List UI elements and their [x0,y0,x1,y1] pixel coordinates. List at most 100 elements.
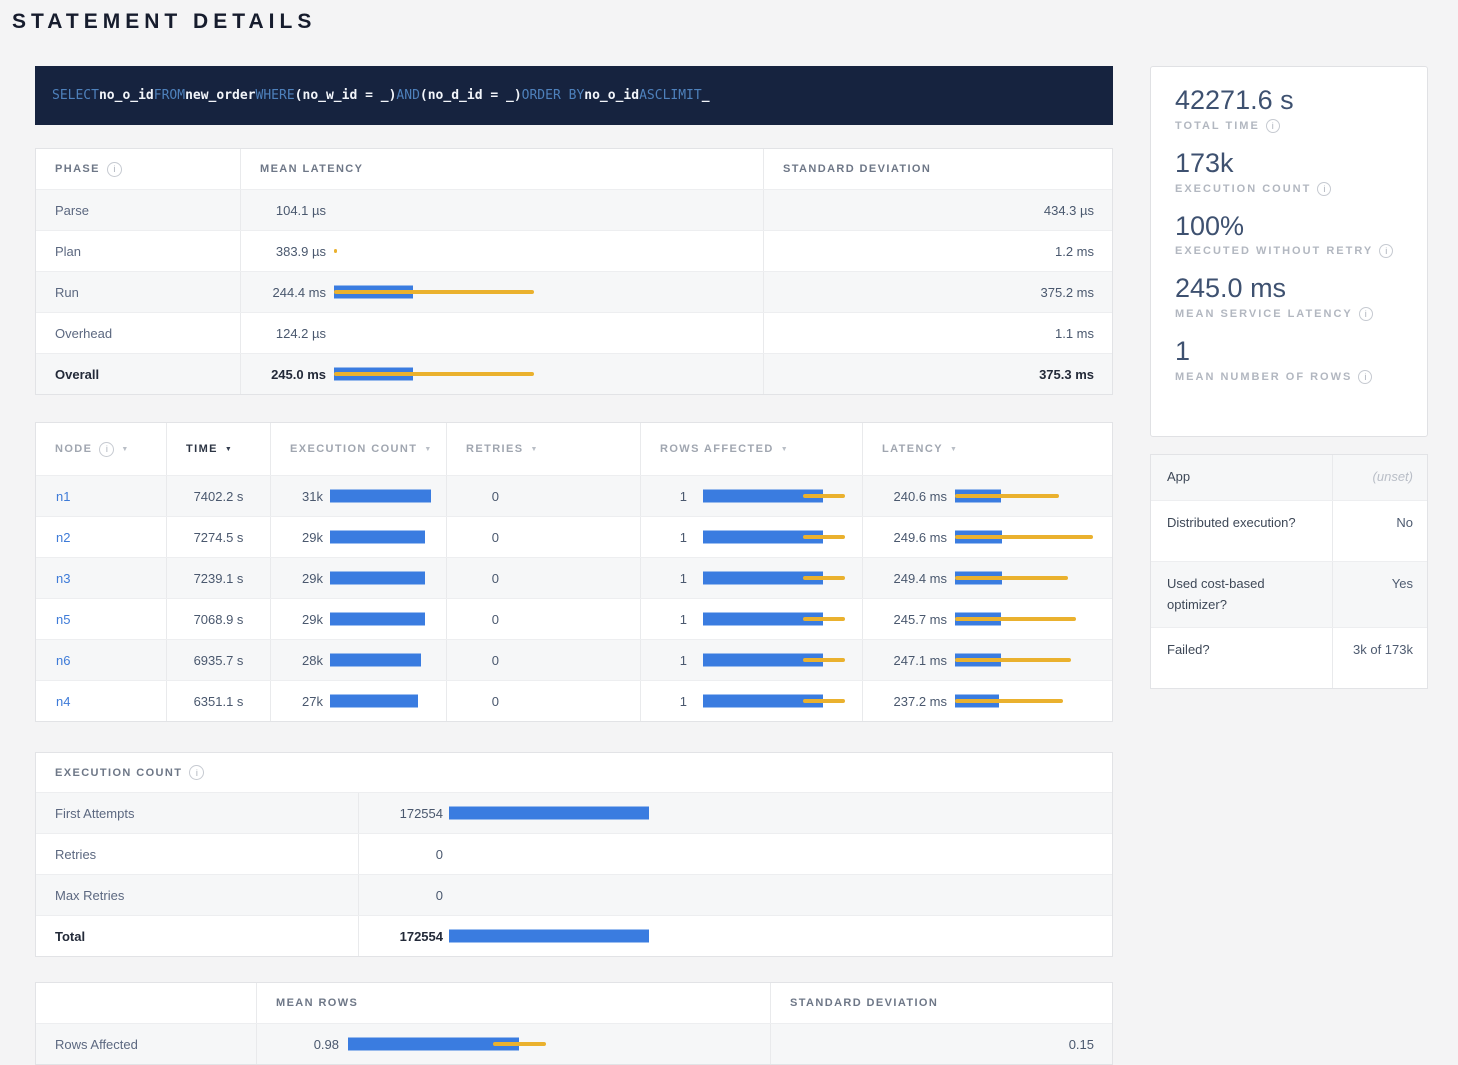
rows-affected-value: 1 [641,612,687,627]
execution-count-value: 172554 [359,806,443,821]
info-icon[interactable]: i [107,162,122,177]
mean-latency-value: 244.4 ms [241,285,326,300]
app-details-table: App(unset)Distributed execution?NoUsed c… [1150,454,1428,689]
execution-count-value: 27k [271,694,323,709]
latency-column-header[interactable]: LATENCY ▼ [863,423,1114,475]
mean-latency-cell: 383.9 µs [241,231,764,271]
standard-deviation-value: 375.3 ms [764,354,1114,394]
phase-row: Overhead124.2 µs1.1 ms [36,313,1112,354]
stddev-bar [955,617,1076,621]
info-icon[interactable]: i [189,765,204,780]
stat-value: 42271.6 s [1175,84,1403,118]
rows-affected-column-header[interactable]: ROWS AFFECTED ▼ [641,423,863,475]
stddev-bar [334,249,337,253]
execution-count-header-label: EXECUTION COUNT [290,443,417,455]
bar-track [955,600,1110,638]
app-detail-value: Yes [1333,562,1429,628]
mean-rows-value: 0.98 [257,1037,339,1052]
sort-desc-icon[interactable]: ▼ [121,446,129,453]
retries-column-header[interactable]: RETRIES ▼ [447,423,641,475]
phase-label: Run [36,272,241,312]
standard-deviation-column-header: STANDARD DEVIATION [771,983,1114,1023]
sql-identifier: new_order [185,88,255,103]
mean-bar [330,490,431,503]
sql-keyword: FROM [154,88,185,103]
node-cell: n4 [36,681,167,721]
app-detail-value: 3k of 173k [1333,628,1429,688]
execution-count-cell: 29k [271,558,447,598]
bar-track [334,355,754,393]
app-detail-row: Distributed execution?No [1151,501,1427,562]
node-link[interactable]: n6 [36,653,70,668]
info-icon[interactable]: i [1317,182,1331,196]
stddev-bar [334,290,534,294]
info-icon[interactable]: i [99,442,114,457]
time-value: 7239.1 s [167,558,271,598]
info-icon[interactable]: i [1266,119,1280,133]
phase-row: Overall245.0 ms375.3 ms [36,354,1112,394]
stddev-bar [493,1042,546,1046]
execution-count-cell: 29k [271,517,447,557]
node-link[interactable]: n3 [36,571,70,586]
phase-table-header: PHASE i MEAN LATENCY STANDARD DEVIATION [36,149,1112,190]
bar-track [330,600,442,638]
summary-stat: 42271.6 sTOTAL TIMEi [1175,84,1403,133]
time-column-header[interactable]: TIME ▼ [167,423,271,475]
sql-keyword: AND [396,88,419,103]
rows-affected-cell: 1 [641,558,863,598]
retries-cell: 0 [447,476,641,516]
node-cell: n3 [36,558,167,598]
node-row: n17402.2 s31k01240.6 ms [36,476,1112,517]
sql-keyword: SELECT [52,88,99,103]
node-link[interactable]: n4 [36,694,70,709]
bar-track [449,794,1094,832]
execution-count-value: 0 [359,888,443,903]
execution-count-column-header[interactable]: EXECUTION COUNT ▼ [271,423,447,475]
node-cell: n1 [36,476,167,516]
app-detail-label: App [1151,455,1333,500]
retries-cell: 0 [447,681,641,721]
info-icon[interactable]: i [1358,370,1372,384]
sort-desc-icon[interactable]: ▼ [530,446,538,453]
standard-deviation-header-label: STANDARD DEVIATION [783,163,931,175]
bar-track [330,682,442,720]
mean-latency-value: 124.2 µs [241,326,326,341]
app-detail-row: App(unset) [1151,455,1427,501]
execution-count-value: 172554 [359,929,443,944]
node-link[interactable]: n2 [36,530,70,545]
latency-cell: 237.2 ms [863,681,1114,721]
bar-track [955,559,1110,597]
mean-latency-cell: 245.0 ms [241,354,764,394]
execution-count-value: 29k [271,571,323,586]
execution-count-table: EXECUTION COUNT i First Attempts172554Re… [35,752,1113,957]
sort-desc-icon[interactable]: ▼ [424,446,432,453]
sort-desc-icon[interactable]: ▼ [781,446,789,453]
node-link[interactable]: n1 [36,489,70,504]
app-detail-label: Used cost-based optimizer? [1151,562,1333,628]
rows-affected-table: MEAN ROWS STANDARD DEVIATION Rows Affect… [35,982,1113,1065]
bar-track [703,641,853,679]
node-table-body: n17402.2 s31k01240.6 msn27274.5 s29k0124… [36,476,1112,721]
execution-count-value: 0 [359,847,443,862]
retries-cell: 0 [447,599,641,639]
bar-track [334,273,754,311]
rows-affected-value: 1 [641,653,687,668]
stat-label-row: EXECUTED WITHOUT RETRYi [1175,244,1403,258]
latency-value: 245.7 ms [863,612,947,627]
stddev-bar [955,658,1071,662]
node-column-header[interactable]: NODE i ▼ [36,423,167,475]
rows-affected-cell: 1 [641,476,863,516]
sort-desc-icon[interactable]: ▼ [225,446,233,453]
rows-affected-value: 1 [641,530,687,545]
main-column: SELECT no_o_id FROM new_order WHERE (no_… [35,66,1113,1065]
standard-deviation-value: 1.2 ms [764,231,1114,271]
latency-value: 240.6 ms [863,489,947,504]
info-icon[interactable]: i [1379,244,1393,258]
page-title: STATEMENT DETAILS [12,10,1458,34]
info-icon[interactable]: i [1359,307,1373,321]
bar-track [955,477,1110,515]
bar-track [449,835,1094,873]
node-link[interactable]: n5 [36,612,70,627]
sort-desc-icon[interactable]: ▼ [950,446,958,453]
execution-count-row: Total172554 [36,916,1112,956]
